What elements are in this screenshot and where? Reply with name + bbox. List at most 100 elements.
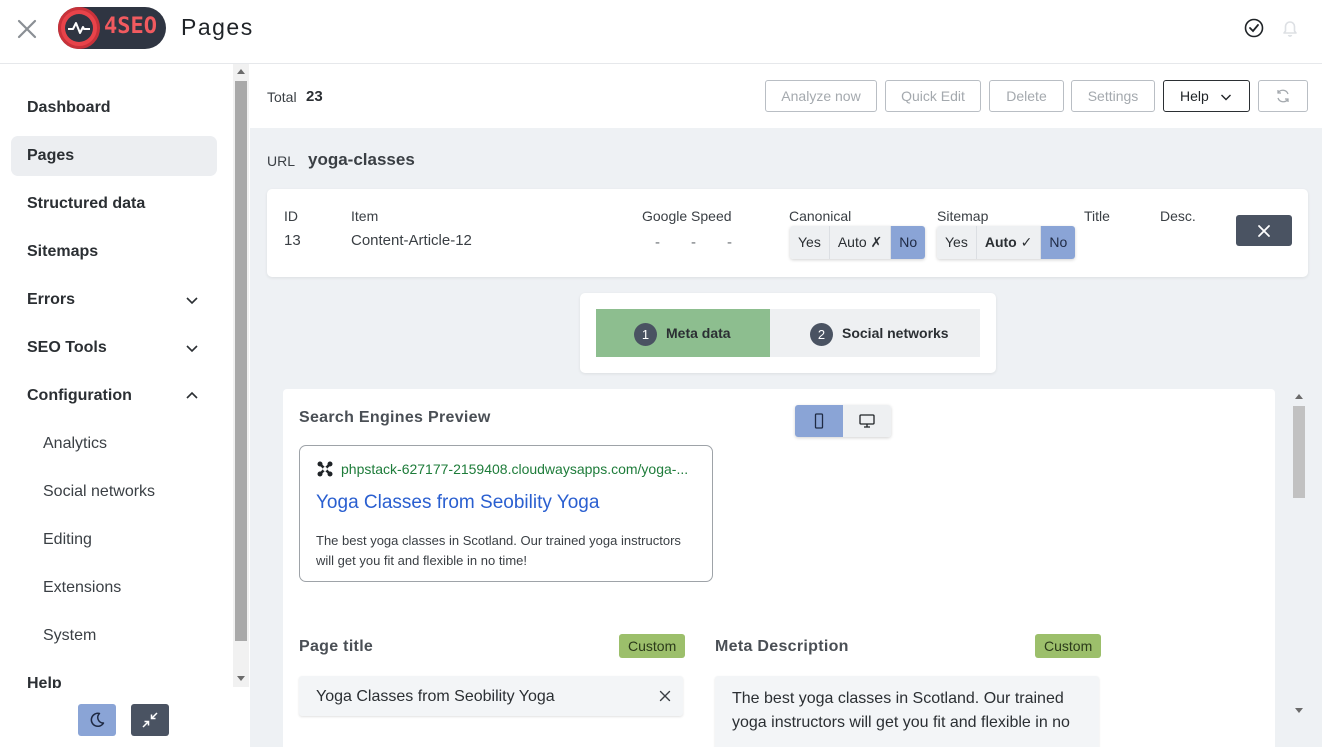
speed-value-score: -	[727, 234, 732, 251]
id-header: ID	[284, 208, 298, 224]
desktop-preview-button[interactable]	[843, 405, 891, 437]
mobile-preview-button[interactable]	[795, 405, 843, 437]
dark-mode-button[interactable]	[78, 704, 116, 736]
collapse-sidebar-button[interactable]	[131, 704, 169, 736]
mobile-icon	[814, 413, 824, 429]
canonical-header: Canonical	[789, 208, 852, 224]
clear-icon[interactable]	[659, 690, 671, 702]
sidebar-item-label: Structured data	[27, 195, 146, 212]
sidebar-item-sitemaps[interactable]: Sitemaps	[11, 232, 217, 272]
section-title: Search Engines Preview	[299, 409, 491, 426]
sidebar-item-system[interactable]: System	[11, 616, 217, 656]
sidebar-item-label: Social networks	[43, 483, 156, 500]
id-value: 13	[284, 232, 301, 249]
sidebar-item-label: Editing	[43, 531, 92, 548]
desc-header: Desc.	[1160, 208, 1196, 224]
item-value: Content-Article-12	[351, 232, 472, 249]
scroll-up-arrow-icon[interactable]	[1295, 394, 1303, 399]
sidebar-item-social-networks[interactable]: Social networks	[11, 472, 217, 512]
help-dropdown-button[interactable]: Help	[1163, 80, 1250, 112]
sidebar-item-label: Sitemaps	[27, 243, 99, 260]
sidebar-scrollbar[interactable]	[233, 64, 249, 687]
page-title-custom-badge: Custom	[619, 634, 686, 658]
scroll-up-arrow-icon[interactable]	[237, 69, 245, 74]
content-scrollbar-thumb[interactable]	[1293, 406, 1305, 498]
app-logo: 4SEO	[58, 7, 166, 49]
sidebar-item-dashboard[interactable]: Dashboard	[11, 88, 217, 128]
google-speed-header: Google Speed	[642, 208, 732, 224]
tab-social-networks[interactable]: 2 Social networks	[770, 309, 980, 357]
sidebar-item-structured-data[interactable]: Structured data	[11, 184, 217, 224]
sidebar-item-label: Help	[27, 675, 62, 688]
preview-url: phpstack-627177-2159408.cloudwaysapps.co…	[341, 461, 689, 477]
app-header: 4SEO Pages	[0, 0, 1322, 64]
sidebar-item-configuration[interactable]: Configuration	[11, 376, 217, 416]
sidebar-scrollbar-thumb[interactable]	[235, 81, 247, 641]
collapse-arrows-icon	[142, 712, 158, 728]
search-preview: phpstack-627177-2159408.cloudwaysapps.co…	[299, 445, 713, 582]
analyze-now-button[interactable]: Analyze now	[765, 80, 877, 112]
sitemap-header: Sitemap	[937, 208, 989, 224]
sitemap-toggle[interactable]: Yes Auto ✓ No	[937, 226, 1076, 259]
tab-number: 1	[634, 322, 657, 346]
page-title: Pages	[181, 14, 254, 40]
meta-description-textarea[interactable]: The best yoga classes in Scotland. Our t…	[715, 676, 1099, 747]
refresh-button[interactable]	[1258, 80, 1308, 112]
sidebar-item-errors[interactable]: Errors	[11, 280, 217, 320]
page-title-input[interactable]: Yoga Classes from Seobility Yoga	[299, 676, 683, 716]
canonical-no-option[interactable]: No	[891, 226, 926, 259]
meta-description-value: The best yoga classes in Scotland. Our t…	[732, 690, 1070, 731]
check-circle-icon[interactable]	[1243, 17, 1265, 39]
device-toggle[interactable]	[795, 405, 891, 437]
content-scrollbar[interactable]	[1291, 389, 1307, 721]
sidebar-item-seo-tools[interactable]: SEO Tools	[11, 328, 217, 368]
page-title-label: Page title	[299, 638, 374, 655]
scroll-down-arrow-icon[interactable]	[1295, 708, 1303, 713]
page-title-value: Yoga Classes from Seobility Yoga	[316, 688, 555, 705]
item-header: Item	[351, 208, 379, 224]
page-row-card: ID 13 Item Content-Article-12 Google Spe…	[267, 189, 1308, 277]
total-label: Total	[267, 89, 297, 105]
canonical-yes-option[interactable]: Yes	[790, 226, 830, 259]
sidebar-item-label: Configuration	[27, 387, 132, 404]
sitemap-auto-option[interactable]: Auto ✓	[976, 226, 1042, 259]
remove-row-button[interactable]	[1236, 215, 1292, 246]
settings-button[interactable]: Settings	[1071, 80, 1155, 112]
canonical-auto-option[interactable]: Auto ✗	[829, 226, 892, 259]
quick-edit-button[interactable]: Quick Edit	[885, 80, 981, 112]
toolbar: Total 23 Analyze now Quick Edit Delete S…	[250, 64, 1322, 128]
close-icon	[1258, 225, 1270, 237]
speed-value-desktop: -	[691, 234, 696, 251]
refresh-icon	[1277, 89, 1289, 103]
tab-label: Meta data	[666, 325, 731, 341]
joomla-icon	[317, 461, 333, 477]
sidebar-item-label: Pages	[27, 147, 75, 164]
editor-tabs: 1 Meta data 2 Social networks	[580, 293, 996, 373]
sidebar-item-label: Extensions	[43, 579, 122, 596]
sidebar-item-pages[interactable]: Pages	[11, 136, 217, 176]
canonical-toggle[interactable]: Yes Auto ✗ No	[790, 226, 926, 259]
chevron-down-icon	[186, 345, 198, 353]
meta-description-label: Meta Description	[715, 638, 849, 655]
tab-meta-data[interactable]: 1 Meta data	[596, 309, 770, 357]
tab-number: 2	[810, 322, 833, 346]
sitemap-no-option[interactable]: No	[1041, 226, 1076, 259]
sitemap-yes-option[interactable]: Yes	[937, 226, 977, 259]
sidebar-item-help[interactable]: Help	[11, 664, 217, 688]
preview-title[interactable]: Yoga Classes from Seobility Yoga	[316, 492, 599, 514]
url-label: URL	[267, 153, 296, 169]
delete-button[interactable]: Delete	[989, 80, 1064, 112]
sidebar-item-extensions[interactable]: Extensions	[11, 568, 217, 608]
preview-description: The best yoga classes in Scotland. Our t…	[316, 533, 681, 568]
sidebar-item-editing[interactable]: Editing	[11, 520, 217, 560]
title-header: Title	[1084, 208, 1110, 224]
pulse-icon	[68, 22, 90, 34]
scroll-down-arrow-icon[interactable]	[237, 676, 245, 681]
close-icon[interactable]	[14, 16, 40, 42]
speed-value-mobile: -	[655, 234, 660, 251]
meta-description-custom-badge: Custom	[1035, 634, 1102, 658]
sidebar-item-analytics[interactable]: Analytics	[11, 424, 217, 464]
sidebar-item-label: Errors	[27, 291, 76, 308]
sidebar-item-label: Dashboard	[27, 99, 111, 116]
bell-icon[interactable]	[1279, 17, 1301, 39]
